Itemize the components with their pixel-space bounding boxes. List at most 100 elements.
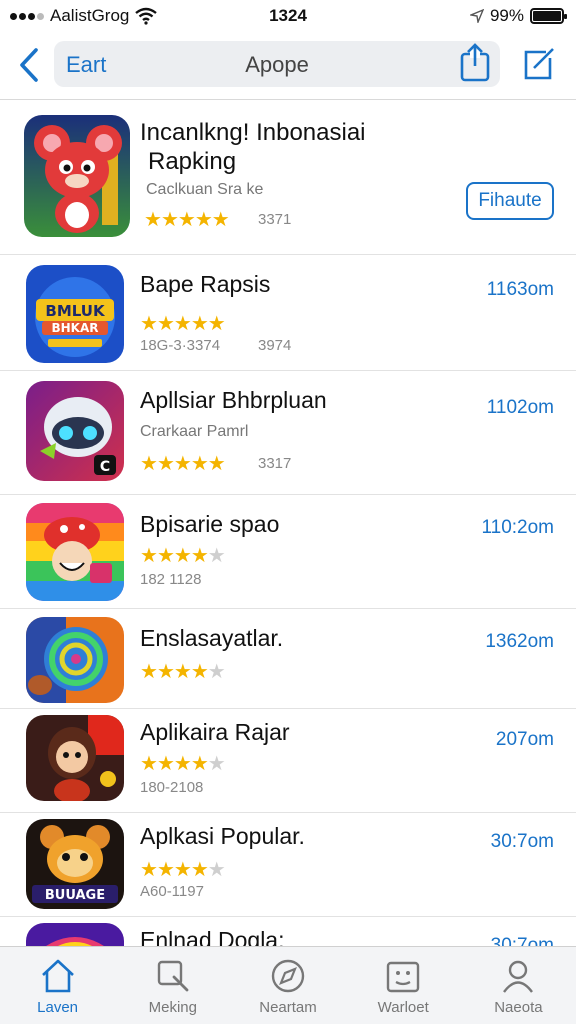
star-full-icon: ★ xyxy=(156,859,175,881)
girl-character-app-icon xyxy=(26,715,124,801)
app-icon[interactable] xyxy=(26,617,124,703)
svg-text:BMLUK: BMLUK xyxy=(45,302,106,320)
open-button[interactable]: Fihaute xyxy=(466,182,554,220)
search-icon xyxy=(157,960,189,992)
star-full-icon: ★ xyxy=(140,753,158,775)
tab-label: Neartam xyxy=(259,999,317,1016)
star-full-icon: ★ xyxy=(156,453,175,475)
app-size[interactable]: 1362om xyxy=(485,631,554,653)
star-rating: ★★★★★ xyxy=(140,311,226,336)
app-name[interactable]: Aplikaira Rajar xyxy=(140,719,290,746)
rating-count: 3371 xyxy=(258,211,292,228)
status-bar: AalistGrog 1324 99% xyxy=(0,0,576,32)
robot-app-icon: C xyxy=(26,381,124,481)
navigation-bar: Eart Apope xyxy=(0,32,576,100)
rating-count: 3974 xyxy=(258,337,292,354)
star-full-icon: ★ xyxy=(140,453,158,475)
app-name[interactable]: Apllsiar Bhbrpluan xyxy=(140,387,327,414)
star-rating: ★★★★★ xyxy=(140,857,226,882)
app-size[interactable]: 1102om xyxy=(487,397,554,419)
list-item[interactable]: BMLUK BHKAR Bape Rapsis ★★★★★ 18G-3·3374… xyxy=(0,255,576,371)
star-full-icon: ★ xyxy=(156,753,175,775)
star-rating: ★★★★★ xyxy=(140,751,226,776)
star-half-icon: ★ xyxy=(211,209,230,231)
app-size[interactable]: 207om xyxy=(496,729,554,751)
app-name[interactable]: Aplkasi Popular. xyxy=(140,823,305,850)
app-size[interactable]: 110:2om xyxy=(481,517,554,539)
person-icon xyxy=(503,960,534,993)
app-icon[interactable]: BMLUK BHKAR xyxy=(26,265,124,363)
app-icon[interactable]: C xyxy=(26,381,124,481)
tab-label: Laven xyxy=(37,999,79,1016)
home-icon xyxy=(41,959,74,993)
star-full-icon: ★ xyxy=(173,753,192,775)
compose-icon[interactable] xyxy=(520,46,556,82)
mushroom-app-icon xyxy=(26,503,124,601)
star-empty-icon: ★ xyxy=(207,545,226,567)
star-full-icon: ★ xyxy=(156,661,175,683)
star-rating: ★★★★★ xyxy=(144,207,230,232)
star-full-icon: ★ xyxy=(140,859,158,881)
star-full-icon: ★ xyxy=(190,313,209,335)
tab-profile[interactable]: Naeota xyxy=(461,947,576,1024)
star-half-icon: ★ xyxy=(207,313,226,335)
tab-label: Warloet xyxy=(377,999,429,1016)
app-meta: 182 1128 xyxy=(140,571,202,588)
star-full-icon: ★ xyxy=(190,453,209,475)
star-full-icon: ★ xyxy=(194,209,213,231)
star-full-icon: ★ xyxy=(190,859,209,881)
star-empty-icon: ★ xyxy=(207,753,226,775)
app-meta: A60-1197 xyxy=(140,883,204,900)
list-item[interactable]: Aplikaira Rajar ★★★★★ 180-2108 207om xyxy=(0,709,576,813)
star-full-icon: ★ xyxy=(173,859,192,881)
list-item[interactable]: BUUAGE Aplkasi Popular. ★★★★★ A60-1197 3… xyxy=(0,813,576,917)
app-name[interactable]: Bape Rapsis xyxy=(140,271,270,298)
app-name-line2[interactable]: Rapking xyxy=(148,148,236,176)
battery-icon xyxy=(530,8,567,24)
star-full-icon: ★ xyxy=(190,753,209,775)
tab-search[interactable]: Meking xyxy=(115,947,230,1024)
app-icon[interactable]: BUUAGE xyxy=(26,819,124,909)
star-empty-icon: ★ xyxy=(207,859,226,881)
app-name[interactable]: Bpisarie spao xyxy=(140,511,279,538)
svg-text:BHKAR: BHKAR xyxy=(51,321,98,335)
app-name[interactable]: Incanlkng! Inbonasiai xyxy=(140,119,366,147)
list-item[interactable]: Enslasayatlar. ★★★★★ 1362om xyxy=(0,609,576,709)
star-full-icon: ★ xyxy=(190,661,209,683)
list-item[interactable]: Incanlkng! Inbonasiai Rapking Caclkuan S… xyxy=(0,101,576,255)
list-item[interactable]: C Apllsiar Bhbrpluan Crarkaar Pamrl ★★★★… xyxy=(0,371,576,495)
tab-home[interactable]: Laven xyxy=(0,947,115,1024)
page-title: Apope xyxy=(245,52,309,77)
compass-icon xyxy=(271,959,305,993)
nav-field: Eart Apope xyxy=(54,41,500,87)
tab-wallet[interactable]: Warloet xyxy=(346,947,461,1024)
app-size[interactable]: 1163om xyxy=(487,279,554,301)
star-full-icon: ★ xyxy=(144,209,162,231)
star-full-icon: ★ xyxy=(140,313,158,335)
tab-label: Naeota xyxy=(494,999,543,1016)
back-chevron-icon[interactable] xyxy=(14,46,44,84)
svg-text:C: C xyxy=(100,459,110,475)
star-full-icon: ★ xyxy=(156,545,175,567)
bmluk-game-app-icon: BMLUK BHKAR xyxy=(26,265,124,363)
star-full-icon: ★ xyxy=(140,661,158,683)
location-arrow-icon xyxy=(469,9,484,23)
star-half-icon: ★ xyxy=(207,453,226,475)
star-full-icon: ★ xyxy=(160,209,179,231)
app-name[interactable]: Enslasayatlar. xyxy=(140,625,283,652)
app-icon[interactable] xyxy=(26,503,124,601)
star-full-icon: ★ xyxy=(173,453,192,475)
share-icon[interactable] xyxy=(458,42,492,82)
app-size[interactable]: 30:7om xyxy=(491,831,554,853)
tab-explore[interactable]: Neartam xyxy=(230,947,345,1024)
battery-fill xyxy=(533,11,561,21)
star-rating: ★★★★★ xyxy=(140,543,226,568)
list-item[interactable]: Bpisarie spao ★★★★★ 182 1128 110:2om xyxy=(0,495,576,609)
app-icon[interactable] xyxy=(26,715,124,801)
app-subtitle: Crarkaar Pamrl xyxy=(140,423,249,440)
star-full-icon: ★ xyxy=(173,545,192,567)
star-full-icon: ★ xyxy=(173,313,192,335)
wallet-icon xyxy=(387,961,420,993)
tab-bar: Laven Meking Neartam Warloet Naeota xyxy=(0,946,576,1024)
app-icon[interactable] xyxy=(24,115,130,237)
